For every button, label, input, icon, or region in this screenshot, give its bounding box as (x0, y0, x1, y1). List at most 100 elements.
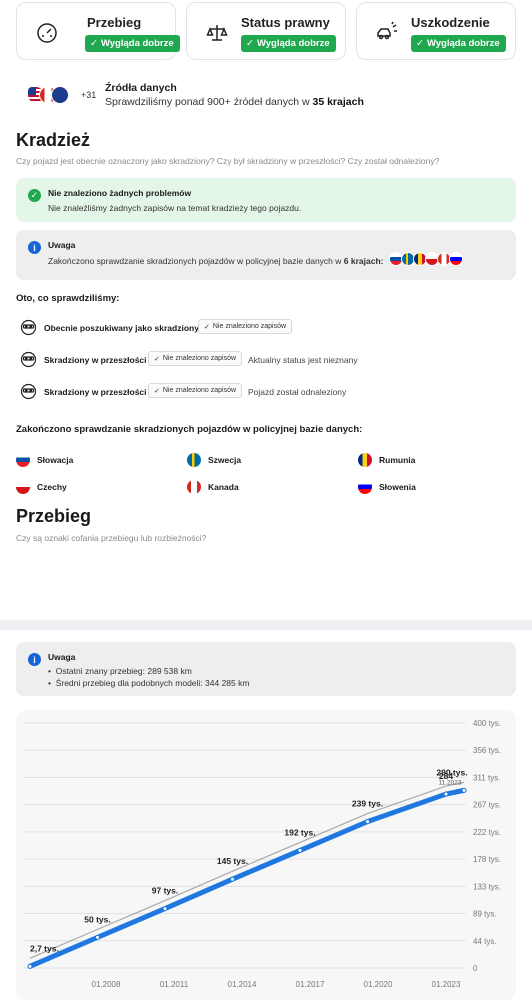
data-point (230, 876, 235, 882)
check-extra-text: Pojazd został odnaleziony (248, 387, 347, 397)
status-badge: ✓ Wygląda dobrze (241, 35, 336, 52)
y-tick-label: 178 tys. (473, 855, 501, 864)
flag-slovenia-icon (358, 480, 372, 494)
check-label: Skradziony w przeszłości (44, 355, 147, 365)
y-tick-label: 356 tys. (473, 746, 501, 755)
thief-mask-icon (20, 351, 37, 368)
check-circle-icon: ✓ (28, 189, 41, 202)
mileage-info-alert: i Uwaga • Ostatni znany przebieg: 289 53… (16, 642, 516, 696)
country-name: Kanada (208, 482, 239, 492)
x-tick-label: 01.2023 (432, 980, 461, 989)
no-records-chip: ✓ Nie znaleziono zapisów (198, 319, 293, 334)
x-tick-label: 01.2017 (296, 980, 325, 989)
mileage-line (27, 787, 467, 969)
data-label: 145 tys. (217, 856, 248, 866)
car-crash-icon (377, 21, 397, 40)
check-icon: ✓ (154, 355, 160, 363)
success-alert: ✓ Nie znaleziono żadnych problemów Nie z… (16, 178, 516, 222)
status-card-mileage[interactable]: Przebieg ✓ Wygląda dobrze (16, 2, 180, 60)
data-point (443, 791, 449, 797)
status-badge: ✓ Wygląda dobrze (85, 35, 180, 52)
data-point (461, 787, 467, 793)
data-point (297, 847, 303, 853)
mileage-chart: 0 44 tys. 89 tys. 133 tys. 178 tys. 222 tys. 2… (24, 719, 501, 989)
check-icon: ✓ (154, 387, 160, 395)
info-title: Uwaga (48, 652, 76, 662)
thief-mask-icon (20, 319, 37, 336)
y-tick-label: 311 tys. (473, 773, 500, 782)
y-tick-label: 0 (473, 964, 478, 973)
x-tick-label: 01.2008 (92, 980, 121, 989)
no-records-chip: ✓ Nie znaleziono zapisów (148, 351, 243, 366)
status-card-legal[interactable]: Status prawny ✓ Wygląda dobrze (186, 2, 346, 60)
mileage-heading: Przebieg (16, 506, 92, 526)
info-icon: i (28, 653, 41, 666)
scales-icon (206, 25, 228, 41)
more-sources-count: +31 (81, 90, 97, 100)
source-flags (27, 86, 77, 104)
theft-heading: Kradzież (16, 130, 91, 150)
flag-slovenia-icon (449, 252, 463, 266)
section-divider (0, 620, 532, 630)
flag-australia-icon (51, 86, 69, 104)
success-title: Nie znaleziono żadnych problemów (48, 188, 192, 198)
y-tick-label: 222 tys. (473, 828, 501, 837)
status-cards-row: Przebieg ✓ Wygląda dobrze Status prawny ✓… (0, 0, 532, 62)
info-text: Zakończono sprawdzanie skradzionych poja… (48, 256, 384, 266)
data-label: 97 tys. (152, 886, 178, 896)
checked-label: Oto, co sprawdziliśmy: (16, 293, 120, 304)
country-name: Szwecja (208, 455, 242, 465)
x-tick-label: 01.2020 (364, 980, 393, 989)
data-label: 192 tys. (284, 827, 315, 837)
y-tick-label: 400 tys. (473, 719, 501, 728)
data-point (162, 906, 168, 912)
data-point (27, 963, 33, 969)
success-text: Nie znaleźliśmy żadnych zapisów na temat… (48, 203, 302, 213)
flag-slovakia-icon (16, 453, 30, 467)
check-icon: ✓ (90, 38, 98, 49)
mileage-question: Czy są oznaki cofania przebiegu lub rozb… (16, 533, 207, 543)
country-name: Słowacja (37, 455, 74, 465)
y-tick-label: 133 tys. (473, 882, 501, 891)
last-point-date: 11.2023 (438, 779, 461, 786)
countries-label: Zakończono sprawdzanie skradzionych poja… (16, 424, 363, 435)
data-label: 290 tys. (436, 767, 467, 777)
data-label: 50 tys. (84, 914, 110, 924)
check-item: Skradziony w przeszłości ✓ Nie znaleziono… (20, 383, 520, 403)
thief-mask-icon (20, 383, 37, 400)
no-records-chip: ✓ Nie znaleziono zapisów (148, 383, 243, 398)
flag-czech-icon (16, 480, 30, 494)
country-name: Słowenia (379, 482, 416, 492)
info-bullet: • Średni przebieg dla podobnych modeli: … (48, 678, 250, 688)
data-point (95, 934, 100, 940)
data-label: 2,7 tys. (30, 943, 59, 953)
check-label: Obecnie poszukiwany jako skradziony (44, 323, 199, 333)
data-point (365, 819, 370, 825)
info-bullet: • Ostatni znany przebieg: 289 538 km (48, 666, 192, 676)
status-badge: ✓ Wygląda dobrze (411, 35, 506, 52)
x-tick-label: 01.2014 (228, 980, 257, 989)
flag-canada-icon (187, 480, 201, 494)
check-item: Obecnie poszukiwany jako skradziony ✓ Nie… (20, 319, 520, 339)
sources-title: Źródła danych (105, 82, 177, 94)
country-flags-inline (389, 252, 464, 266)
status-card-title: Status prawny (241, 15, 330, 30)
speedometer-icon (37, 23, 57, 43)
check-extra-text: Aktualny status jest nieznany (248, 355, 358, 365)
y-tick-label: 89 tys. (473, 910, 497, 919)
theft-question: Czy pojazd jest obecnie oznaczony jako s… (16, 156, 440, 166)
check-icon: ✓ (416, 38, 424, 49)
sources-text: Sprawdziliśmy ponad 900+ źródeł danych w… (105, 96, 364, 108)
mileage-chart-panel: 0 44 tys. 89 tys. 133 tys. 178 tys. 222 tys. 2… (16, 710, 516, 1000)
status-card-damage[interactable]: Uszkodzenie ✓ Wygląda dobrze (356, 2, 516, 60)
y-tick-label: 44 tys. (473, 937, 497, 946)
status-card-title: Uszkodzenie (411, 15, 490, 30)
check-icon: ✓ (204, 323, 210, 331)
flag-sweden-icon (187, 453, 201, 467)
info-icon: i (28, 241, 41, 254)
country-name: Czechy (37, 482, 67, 492)
country-name: Rumunia (379, 455, 416, 465)
info-title: Uwaga (48, 240, 76, 250)
status-card-title: Przebieg (87, 15, 142, 30)
y-tick-label: 267 tys. (473, 801, 501, 810)
